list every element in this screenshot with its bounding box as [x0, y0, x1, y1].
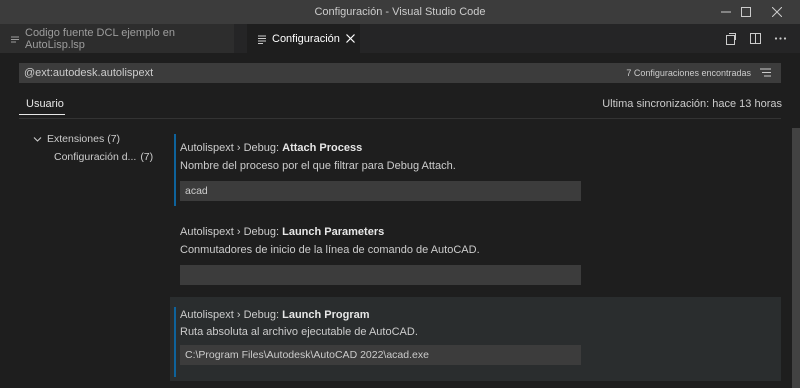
setting-description: Conmutadores de inicio de la línea de co…	[180, 244, 480, 256]
open-settings-json-button[interactable]	[718, 24, 742, 53]
tab-label: Codigo fuente DCL ejemplo en AutoLisp.ls…	[25, 26, 176, 51]
ellipsis-icon	[774, 37, 786, 40]
setting-title: Autolispext › Debug: Launch Program	[180, 309, 370, 321]
tab-bar: Codigo fuente DCL ejemplo en AutoLisp.ls…	[0, 24, 800, 53]
launch-parameters-input[interactable]	[180, 265, 581, 285]
setting-description: Ruta absoluta al archivo ejecutable de A…	[180, 326, 418, 338]
setting-title: Autolispext › Debug: Launch Parameters	[180, 226, 385, 238]
window-title: Configuración - Visual Studio Code	[314, 6, 486, 18]
sync-status: Ultima sincronización: hace 13 horas	[602, 98, 782, 110]
tab-lsp-file[interactable]: Codigo fuente DCL ejemplo en AutoLisp.ls…	[0, 24, 234, 53]
scrollbar[interactable]	[792, 128, 800, 388]
filter-icon[interactable]	[759, 67, 772, 82]
modified-indicator	[174, 134, 176, 206]
setting-attach-process: Autolispext › Debug: Attach Process Nomb…	[170, 132, 781, 212]
setting-launch-program: Autolispext › Debug: Launch Program Ruta…	[170, 297, 781, 381]
file-icon	[10, 34, 20, 44]
launch-program-input[interactable]: C:\Program Files\Autodesk\AutoCAD 2022\a…	[180, 345, 581, 365]
divider	[19, 118, 781, 119]
maximize-button[interactable]	[731, 0, 761, 24]
setting-title: Autolispext › Debug: Attach Process	[180, 142, 363, 154]
split-editor-button[interactable]	[743, 24, 767, 53]
chevron-down-icon	[33, 135, 42, 144]
settings-file-icon	[257, 34, 267, 44]
close-tab-icon[interactable]	[345, 34, 355, 43]
toc-extensions-group[interactable]: Extensiones (7)	[33, 133, 120, 145]
open-json-icon	[725, 33, 736, 45]
split-editor-icon	[749, 33, 761, 44]
search-query: @ext:autodesk.autolispext	[24, 67, 154, 79]
result-count-badge: 7 Configuraciones encontradas	[626, 68, 751, 78]
minimize-icon	[721, 11, 731, 13]
close-window-button[interactable]	[762, 0, 792, 24]
setting-description: Nombre del proceso por el que filtrar pa…	[180, 160, 456, 172]
settings-search-input[interactable]: @ext:autodesk.autolispext 7 Configuracio…	[19, 63, 781, 83]
tab-settings[interactable]: Configuración	[247, 24, 360, 53]
more-actions-button[interactable]	[768, 24, 792, 53]
toc-item-count: (7)	[140, 151, 154, 163]
maximize-icon	[741, 7, 751, 17]
toc-item-configuration[interactable]: Configuración d... (7)	[54, 151, 153, 163]
toc-group-count: (7)	[107, 133, 121, 145]
tab-user-scope[interactable]: Usuario	[26, 98, 64, 110]
setting-launch-parameters: Autolispext › Debug: Launch Parameters C…	[170, 216, 781, 296]
title-bar: Configuración - Visual Studio Code	[0, 0, 800, 24]
tab-label: Configuración	[272, 32, 340, 45]
attach-process-input[interactable]: acad	[180, 181, 581, 201]
close-icon	[772, 7, 782, 17]
toc-item-label: Configuración d...	[54, 151, 137, 163]
modified-indicator	[174, 307, 176, 377]
toc-group-label: Extensiones	[47, 133, 105, 145]
active-tab-indicator	[19, 114, 65, 115]
